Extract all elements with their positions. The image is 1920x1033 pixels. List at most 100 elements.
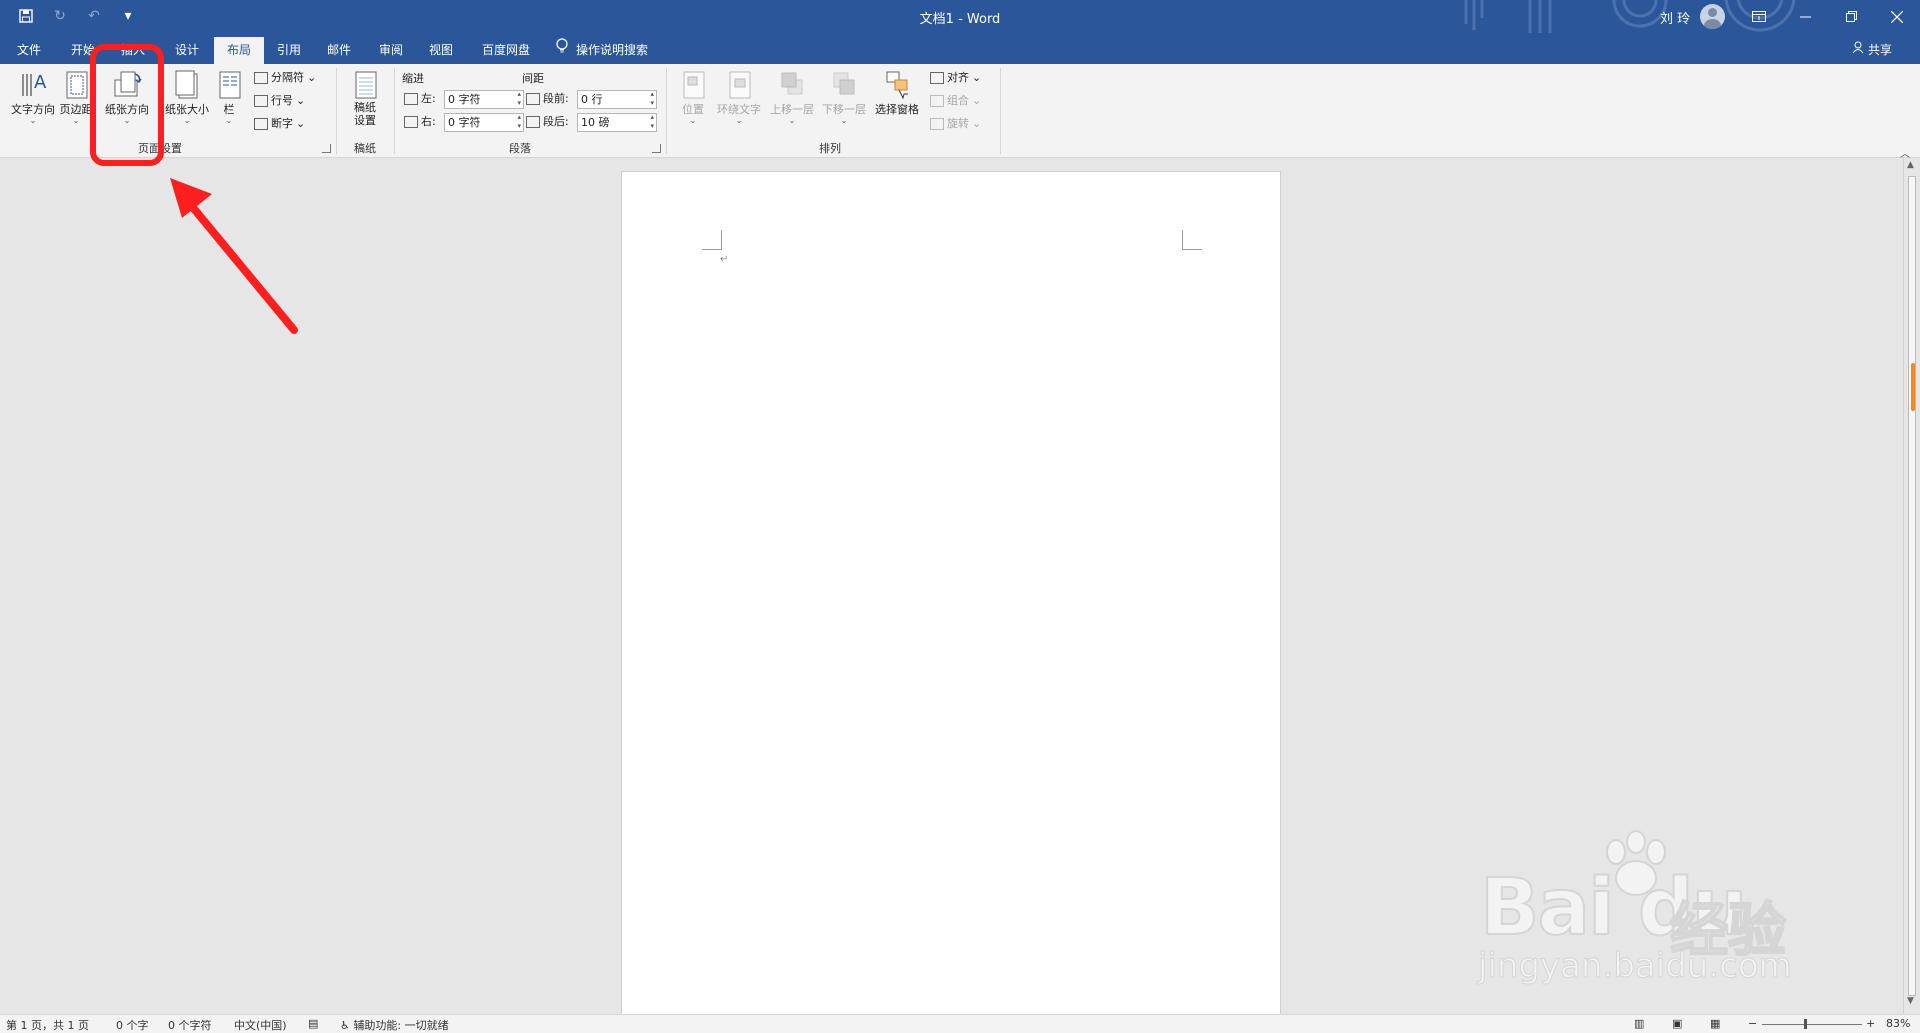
spacing-after-input[interactable]: 10 磅: [577, 113, 657, 132]
group-separator: [336, 68, 337, 154]
page-setup-dialog-launcher[interactable]: [322, 144, 331, 153]
scroll-thumb[interactable]: [1911, 363, 1915, 411]
indent-right-input[interactable]: 0 字符: [444, 113, 524, 132]
save-icon[interactable]: [14, 5, 38, 27]
user-avatar[interactable]: [1700, 4, 1725, 29]
text-direction-button[interactable]: A 文字方向 ⌄: [8, 68, 58, 125]
send-backward-button[interactable]: 下移一层 ⌄: [818, 68, 870, 125]
indent-right-label: 右:: [404, 113, 436, 131]
group-label-draft: 稿纸: [354, 142, 376, 155]
zoom-in-icon[interactable]: +: [1866, 1017, 1875, 1030]
tab-mailings[interactable]: 邮件: [314, 37, 364, 64]
status-bar: 第 1 页，共 1 页 0 个字 0 个字符 中文(中国) ▤ ♿ 辅助功能: …: [0, 1014, 1920, 1033]
watermark-url: jingyan.baidu.com: [1478, 946, 1793, 987]
hyphenation-button[interactable]: 断字 ⌄: [254, 115, 305, 133]
wrap-text-button[interactable]: 环绕文字 ⌄: [712, 68, 766, 125]
group-separator: [1000, 68, 1001, 154]
read-mode-icon[interactable]: ▥: [1634, 1017, 1644, 1030]
person-icon: [1852, 37, 1864, 64]
margins-button[interactable]: 页边距 ⌄: [58, 68, 94, 125]
selection-pane-icon: [881, 68, 913, 100]
bring-forward-button[interactable]: 上移一层 ⌄: [766, 68, 818, 125]
indent-left-input[interactable]: 0 字符: [444, 90, 524, 109]
tell-me-label: 操作说明搜索: [576, 43, 649, 57]
macro-icon[interactable]: ▤: [308, 1017, 318, 1030]
selection-pane-button[interactable]: 选择窗格: [870, 68, 924, 117]
title-bar: ↻ ↶ ▾ 文档1 - Word 刘 玲: [0, 0, 1920, 33]
quick-access-toolbar: ↻ ↶ ▾: [14, 5, 140, 27]
bring-forward-icon: [776, 68, 808, 100]
char-count[interactable]: 0 个字符: [168, 1017, 212, 1033]
draft-settings-button[interactable]: 稿纸设置: [344, 68, 386, 127]
tab-review[interactable]: 审阅: [366, 37, 416, 64]
draft-paper-icon: [349, 68, 381, 100]
tab-layout[interactable]: 布局: [214, 37, 264, 64]
line-numbers-button[interactable]: 行号 ⌄: [254, 92, 305, 110]
page-count[interactable]: 第 1 页，共 1 页: [6, 1017, 89, 1033]
baidu-jingyan-watermark: Bai du 经验 jingyan.baidu.com: [1470, 828, 1840, 998]
tab-file[interactable]: 文件: [4, 37, 54, 64]
zoom-out-icon[interactable]: −: [1748, 1017, 1757, 1030]
group-objects-button[interactable]: 组合 ⌄: [930, 92, 981, 110]
word-count[interactable]: 0 个字: [116, 1017, 149, 1033]
spacing-header: 间距: [522, 72, 544, 85]
accessibility-icon: ♿: [340, 1019, 350, 1032]
align-icon: [930, 72, 944, 84]
send-backward-icon: [828, 68, 860, 100]
paper-size-icon: [171, 68, 203, 100]
spacing-after-icon: [526, 116, 540, 128]
scroll-down-icon[interactable]: ▼: [1907, 996, 1914, 1006]
paragraph-dialog-launcher[interactable]: [652, 144, 661, 153]
align-button[interactable]: 对齐 ⌄: [930, 69, 981, 87]
columns-button[interactable]: 栏 ⌄: [214, 68, 244, 125]
tab-baidu-netdisk[interactable]: 百度网盘: [470, 37, 542, 64]
redo-icon[interactable]: ↻: [48, 5, 72, 27]
annotation-arrow: [170, 178, 298, 334]
vertical-scrollbar[interactable]: ▲ ▼: [1903, 158, 1920, 1014]
size-button[interactable]: 纸张大小 ⌄: [160, 68, 214, 125]
group-separator: [394, 68, 395, 154]
indent-right-icon: [404, 116, 418, 128]
wrap-text-icon: [723, 68, 755, 100]
zoom-level[interactable]: 83%: [1886, 1017, 1910, 1030]
group-label-arrange: 排列: [819, 142, 841, 155]
language[interactable]: 中文(中国): [234, 1017, 287, 1033]
breaks-button[interactable]: 分隔符 ⌄: [254, 69, 316, 87]
ribbon-display-options-icon[interactable]: [1736, 0, 1782, 33]
undo-icon[interactable]: ↶: [82, 5, 106, 27]
position-button[interactable]: 位置 ⌄: [674, 68, 712, 125]
share-button[interactable]: 共享: [1852, 37, 1892, 64]
customize-qat-icon[interactable]: ▾: [116, 5, 140, 27]
indent-left-label: 左:: [404, 90, 436, 108]
tell-me-search[interactable]: 操作说明搜索: [556, 37, 648, 64]
columns-icon: [214, 68, 246, 100]
accessibility-status[interactable]: ♿ 辅助功能: 一切就绪: [340, 1017, 449, 1033]
user-name[interactable]: 刘 玲: [1660, 8, 1690, 27]
close-icon[interactable]: [1874, 0, 1920, 33]
line-numbers-icon: [254, 95, 268, 107]
minimize-icon[interactable]: [1782, 0, 1828, 33]
share-label: 共享: [1868, 43, 1893, 57]
margins-icon: [60, 68, 92, 100]
tab-design[interactable]: 设计: [162, 37, 212, 64]
indent-left-icon: [404, 93, 418, 105]
rotate-icon: [930, 118, 944, 130]
position-icon: [677, 68, 709, 100]
spacing-before-input[interactable]: 0 行: [577, 90, 657, 109]
annotation-highlight-box: [90, 44, 164, 166]
margin-corner-top-left: [702, 230, 722, 250]
zoom-slider-thumb[interactable]: [1804, 1019, 1807, 1029]
scroll-track[interactable]: [1908, 176, 1916, 996]
zoom-slider[interactable]: [1762, 1024, 1862, 1025]
group-separator: [666, 68, 667, 154]
svg-text:A: A: [34, 72, 47, 93]
tab-view[interactable]: 视图: [416, 37, 466, 64]
print-layout-icon[interactable]: ▣: [1672, 1017, 1682, 1030]
text-direction-icon: A: [17, 68, 49, 100]
restore-icon[interactable]: [1828, 0, 1874, 33]
scroll-up-icon[interactable]: ▲: [1907, 160, 1914, 170]
web-layout-icon[interactable]: ▦: [1710, 1017, 1720, 1030]
tab-references[interactable]: 引用: [264, 37, 314, 64]
document-page[interactable]: ↵: [622, 172, 1280, 1014]
rotate-button[interactable]: 旋转 ⌄: [930, 115, 981, 133]
